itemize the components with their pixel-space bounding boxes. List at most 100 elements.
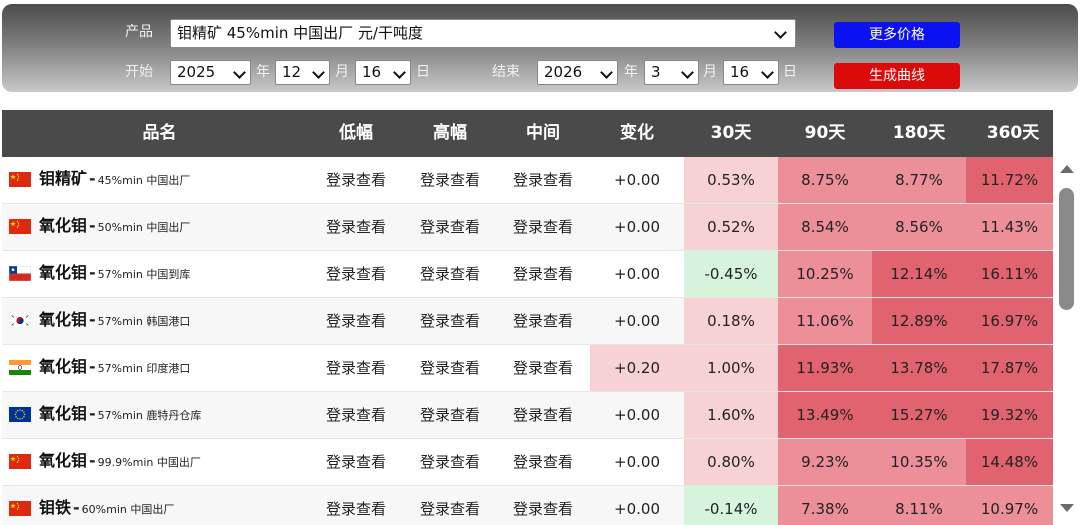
mid-cell[interactable]: 登录查看 [496, 486, 590, 525]
start-label: 开始 [125, 64, 153, 80]
table-row[interactable]: 氧化钼 -57%min 中国到库 登录查看 登录查看 登录查看 +0.00 -0.… [2, 251, 1053, 298]
table-row[interactable]: 钼精矿 -45%min 中国出厂 登录查看 登录查看 登录查看 +0.00 0.5… [2, 157, 1053, 204]
end-year-select[interactable]: 2026 [537, 60, 618, 85]
start-month-select[interactable]: 12 [275, 60, 330, 85]
table-row[interactable]: 氧化钼 -99.9%min 中国出厂 登录查看 登录查看 登录查看 +0.00 0… [2, 439, 1053, 486]
more-prices-button[interactable]: 更多价格 [834, 22, 960, 48]
table-row[interactable]: 氧化钼 -57%min 印度港口 登录查看 登录查看 登录查看 +0.20 1.0… [2, 345, 1053, 392]
start-month-unit: 月 [335, 64, 349, 80]
pct-180d-cell: 13.78% [872, 345, 966, 391]
low-cell[interactable]: 登录查看 [309, 486, 403, 525]
high-cell[interactable]: 登录查看 [403, 392, 497, 438]
pct-180d-cell: 15.27% [872, 392, 966, 438]
low-cell[interactable]: 登录查看 [309, 439, 403, 485]
pct-180d-cell: 8.56% [872, 204, 966, 250]
change-cell: +0.00 [614, 171, 660, 189]
table-row[interactable]: 氧化钼 -50%min 中国出厂 登录查看 登录查看 登录查看 +0.00 0.5… [2, 204, 1053, 251]
china-flag-icon [9, 454, 31, 469]
chevron-down-icon [761, 66, 774, 79]
high-cell[interactable]: 登录查看 [403, 251, 497, 297]
chevron-down-icon [233, 66, 246, 79]
scroll-down-arrow-icon[interactable] [1060, 504, 1074, 512]
high-cell[interactable]: 登录查看 [403, 486, 497, 525]
pct-180d-cell: 8.77% [872, 157, 966, 203]
high-cell[interactable]: 登录查看 [403, 157, 497, 203]
pct-30d-cell: 1.60% [684, 392, 778, 438]
change-cell: +0.00 [614, 265, 660, 283]
pct-30d-cell: -0.45% [684, 251, 778, 297]
generate-curve-button[interactable]: 生成曲线 [834, 63, 960, 89]
table-row[interactable]: 钼铁 -60%min 中国出厂 登录查看 登录查看 登录查看 +0.00 -0.1… [2, 486, 1053, 525]
china-flag-icon [9, 219, 31, 234]
filter-panel: 产品 钼精矿 45%min 中国出厂 元/干吨度 开始 2025 年 12 月 … [2, 4, 1078, 92]
table-scrollbar[interactable] [1055, 160, 1079, 525]
start-day-select[interactable]: 16 [355, 60, 411, 85]
col-header-name: 品名 [142, 123, 177, 143]
product-label: 产品 [125, 24, 153, 40]
high-cell[interactable]: 登录查看 [403, 439, 497, 485]
low-cell[interactable]: 登录查看 [309, 392, 403, 438]
scroll-up-arrow-icon[interactable] [1060, 165, 1074, 173]
product-spec: 57%min 印度港口 [97, 362, 191, 375]
product-name-cell: 氧化钼 -99.9%min 中国出厂 [39, 439, 201, 485]
end-year-unit: 年 [624, 64, 638, 80]
pct-30d-cell: 0.53% [684, 157, 778, 203]
product-spec: 99.9%min 中国出厂 [97, 456, 201, 469]
product-name-cell: 氧化钼 -57%min 韩国港口 [39, 298, 190, 344]
chevron-down-icon [600, 66, 613, 79]
col-header-high: 高幅 [433, 123, 467, 143]
end-month-value: 3 [651, 63, 661, 81]
low-cell[interactable]: 登录查看 [309, 157, 403, 203]
mid-cell[interactable]: 登录查看 [496, 392, 590, 438]
india-flag-icon [9, 360, 31, 375]
product-name-cell: 钼铁 -60%min 中国出厂 [39, 486, 174, 525]
product-spec: 57%min 韩国港口 [97, 315, 191, 328]
low-cell[interactable]: 登录查看 [309, 204, 403, 250]
high-cell[interactable]: 登录查看 [403, 204, 497, 250]
col-header-90d: 90天 [804, 123, 846, 143]
product-spec: 50%min 中国出厂 [97, 221, 191, 234]
chevron-down-icon [681, 66, 694, 79]
pct-180d-cell: 12.14% [872, 251, 966, 297]
mid-cell[interactable]: 登录查看 [496, 251, 590, 297]
pct-360d-cell: 14.48% [966, 439, 1053, 485]
product-name-cell: 氧化钼 -57%min 印度港口 [39, 345, 190, 391]
table-row[interactable]: 氧化钼 -57%min 韩国港口 登录查看 登录查看 登录查看 +0.00 0.1… [2, 298, 1053, 345]
pct-360d-cell: 11.72% [966, 157, 1053, 203]
table-row[interactable]: 氧化钼 -57%min 鹿特丹仓库 登录查看 登录查看 登录查看 +0.00 1.… [2, 392, 1053, 439]
name-separator: - [89, 451, 96, 470]
end-month-select[interactable]: 3 [644, 60, 699, 85]
end-month-unit: 月 [703, 64, 717, 80]
pct-360d-cell: 17.87% [966, 345, 1053, 391]
mid-cell[interactable]: 登录查看 [496, 345, 590, 391]
mid-cell[interactable]: 登录查看 [496, 439, 590, 485]
product-select[interactable]: 钼精矿 45%min 中国出厂 元/干吨度 [170, 19, 796, 48]
low-cell[interactable]: 登录查看 [309, 298, 403, 344]
low-cell[interactable]: 登录查看 [309, 345, 403, 391]
start-month-value: 12 [282, 63, 302, 81]
low-cell[interactable]: 登录查看 [309, 251, 403, 297]
product-name: 氧化钼 [39, 404, 88, 423]
start-day-value: 16 [362, 63, 382, 81]
product-name-cell: 氧化钼 -57%min 鹿特丹仓库 [39, 392, 201, 438]
scrollbar-thumb[interactable] [1059, 188, 1074, 310]
col-header-low: 低幅 [339, 123, 373, 143]
end-label: 结束 [492, 64, 520, 80]
name-separator: - [89, 169, 96, 188]
change-cell: +0.00 [614, 453, 660, 471]
mid-cell[interactable]: 登录查看 [496, 157, 590, 203]
col-header-30d: 30天 [710, 123, 752, 143]
high-cell[interactable]: 登录查看 [403, 298, 497, 344]
chevron-down-icon [774, 26, 787, 39]
end-day-select[interactable]: 16 [723, 60, 779, 85]
mid-cell[interactable]: 登录查看 [496, 298, 590, 344]
start-year-value: 2025 [177, 63, 216, 81]
pct-90d-cell: 13.49% [778, 392, 872, 438]
high-cell[interactable]: 登录查看 [403, 345, 497, 391]
pct-180d-cell: 8.11% [872, 486, 966, 525]
start-year-select[interactable]: 2025 [170, 60, 251, 85]
pct-360d-cell: 19.32% [966, 392, 1053, 438]
product-select-value: 钼精矿 45%min 中国出厂 元/干吨度 [177, 24, 423, 42]
name-separator: - [89, 310, 96, 329]
mid-cell[interactable]: 登录查看 [496, 204, 590, 250]
